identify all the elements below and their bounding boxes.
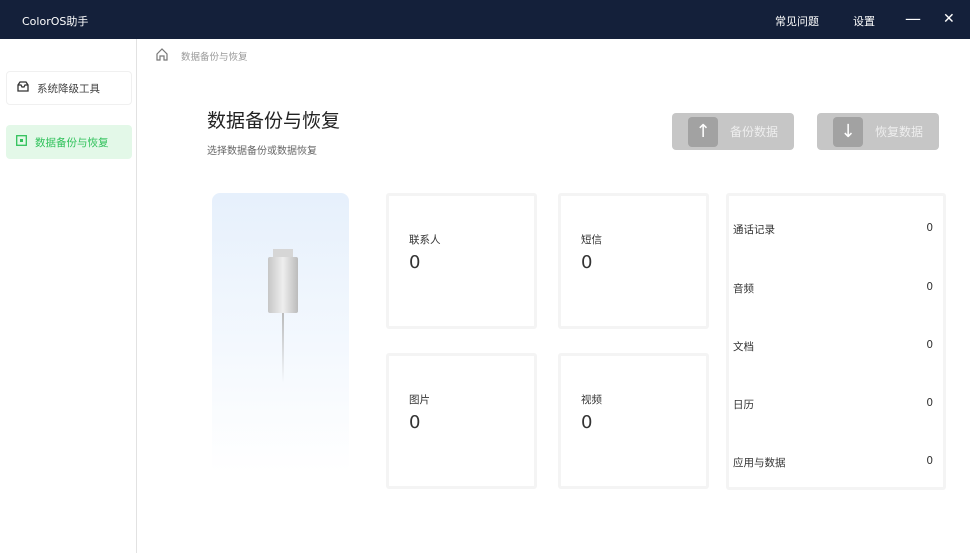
page-title: 数据备份与恢复 [207, 110, 341, 132]
card-value: 0 [409, 252, 421, 273]
restore-label: 恢复数据 [875, 125, 924, 139]
card-contacts[interactable]: 联系人 0 [386, 193, 537, 329]
list-item[interactable]: 通话记录 0 [733, 222, 933, 237]
arrow-down-icon: ↓ [833, 116, 863, 147]
app-title: ColorOS助手 [22, 15, 89, 28]
list-value: 0 [926, 339, 933, 351]
restore-button[interactable]: ↓ 恢复数据 [817, 113, 939, 150]
breadcrumb: 数据备份与恢复 [155, 47, 248, 64]
home-icon[interactable] [155, 47, 169, 64]
minimize-button[interactable]: — [905, 9, 921, 28]
list-value: 0 [926, 222, 933, 234]
backup-button[interactable]: ↑ 备份数据 [672, 113, 794, 150]
card-label: 短信 [581, 234, 602, 246]
list-item[interactable]: 日历 0 [733, 397, 933, 412]
data-list: 通话记录 0 音频 0 文档 0 日历 0 应用与数据 0 [726, 193, 946, 490]
card-label: 联系人 [409, 234, 441, 246]
list-label: 文档 [733, 341, 754, 353]
list-label: 通话记录 [733, 224, 775, 236]
card-value: 0 [409, 412, 421, 433]
list-label: 应用与数据 [733, 457, 786, 469]
inbox-icon [17, 81, 29, 95]
page-subtitle: 选择数据备份或数据恢复 [207, 146, 317, 157]
card-videos[interactable]: 视频 0 [558, 353, 709, 489]
list-value: 0 [926, 397, 933, 409]
close-button[interactable]: ✕ [943, 11, 955, 27]
sidebar: 系统降级工具 数据备份与恢复 [0, 39, 137, 553]
list-value: 0 [926, 455, 933, 467]
sidebar-item-backup[interactable]: 数据备份与恢复 [6, 125, 132, 159]
card-value: 0 [581, 252, 593, 273]
backup-label: 备份数据 [730, 125, 779, 139]
title-bar: ColorOS助手 常见问题 设置 — ✕ [0, 0, 970, 39]
list-item[interactable]: 音频 0 [733, 281, 933, 296]
list-label: 音频 [733, 283, 754, 295]
usb-cable-icon [268, 257, 298, 313]
card-value: 0 [581, 412, 593, 433]
card-photos[interactable]: 图片 0 [386, 353, 537, 489]
breadcrumb-current: 数据备份与恢复 [181, 51, 248, 63]
sidebar-item-label: 数据备份与恢复 [35, 136, 109, 149]
list-value: 0 [926, 281, 933, 293]
card-label: 视频 [581, 394, 602, 406]
sidebar-item-label: 系统降级工具 [37, 82, 100, 95]
card-label: 图片 [409, 394, 430, 406]
list-label: 日历 [733, 399, 754, 411]
sidebar-item-downgrade[interactable]: 系统降级工具 [6, 71, 132, 105]
list-item[interactable]: 应用与数据 0 [733, 455, 933, 470]
arrow-up-icon: ↑ [688, 116, 718, 147]
device-illustration [212, 193, 349, 473]
cable-wire [282, 313, 284, 383]
list-item[interactable]: 文档 0 [733, 339, 933, 354]
card-sms[interactable]: 短信 0 [558, 193, 709, 329]
square-dot-icon [16, 135, 27, 149]
faq-link[interactable]: 常见问题 [775, 13, 819, 29]
settings-link[interactable]: 设置 [853, 13, 875, 29]
